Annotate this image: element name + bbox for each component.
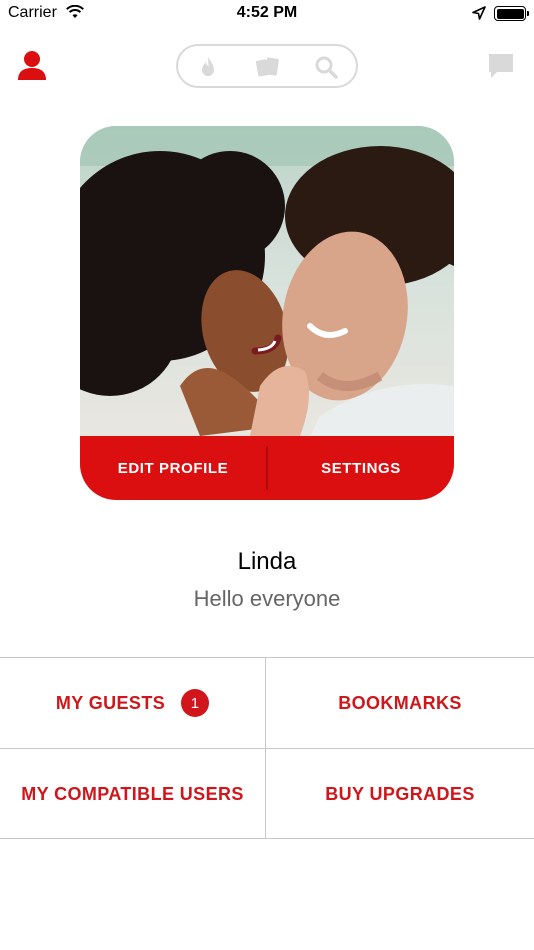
buy-upgrades-label: BUY UPGRADES: [325, 783, 475, 804]
messages-nav-button[interactable]: [487, 52, 515, 85]
settings-button[interactable]: SETTINGS: [268, 436, 454, 500]
profile-photo[interactable]: [80, 126, 454, 436]
bookmarks-button[interactable]: BOOKMARKS: [266, 658, 534, 748]
battery-icon: [494, 6, 529, 21]
edit-profile-button[interactable]: EDIT PROFILE: [80, 436, 266, 500]
my-guests-label: MY GUESTS: [55, 692, 166, 713]
buy-upgrades-button[interactable]: BUY UPGRADES: [266, 749, 534, 839]
cards-icon[interactable]: [254, 55, 282, 84]
profile-card: EDIT PROFILE SETTINGS: [80, 126, 454, 500]
profile-name: Linda: [237, 548, 297, 575]
profile-card-actions: EDIT PROFILE SETTINGS: [80, 436, 454, 500]
guests-count-badge: 1: [181, 689, 210, 717]
bookmarks-label: BOOKMARKS: [338, 692, 462, 713]
chat-icon: [487, 54, 515, 84]
compatible-users-button[interactable]: MY COMPATIBLE USERS: [0, 749, 266, 839]
profile-menu-grid: MY GUESTS 1 BOOKMARKS MY COMPATIBLE USER…: [0, 657, 534, 839]
location-arrow-icon: [472, 6, 486, 25]
status-bar: Carrier 4:52 PM: [0, 0, 534, 28]
search-icon[interactable]: [314, 55, 338, 84]
profile-nav-button[interactable]: [17, 50, 47, 87]
menu-row: MY GUESTS 1 BOOKMARKS: [0, 658, 534, 749]
compatible-users-label: MY COMPATIBLE USERS: [21, 783, 244, 804]
flame-icon[interactable]: [196, 55, 220, 84]
profile-status: Hello everyone: [193, 586, 341, 611]
menu-row: MY COMPATIBLE USERS BUY UPGRADES: [0, 749, 534, 839]
clock: 4:52 PM: [236, 4, 298, 21]
user-icon: [17, 51, 47, 86]
discovery-switcher: [176, 44, 358, 88]
my-guests-button[interactable]: MY GUESTS 1: [0, 658, 266, 748]
